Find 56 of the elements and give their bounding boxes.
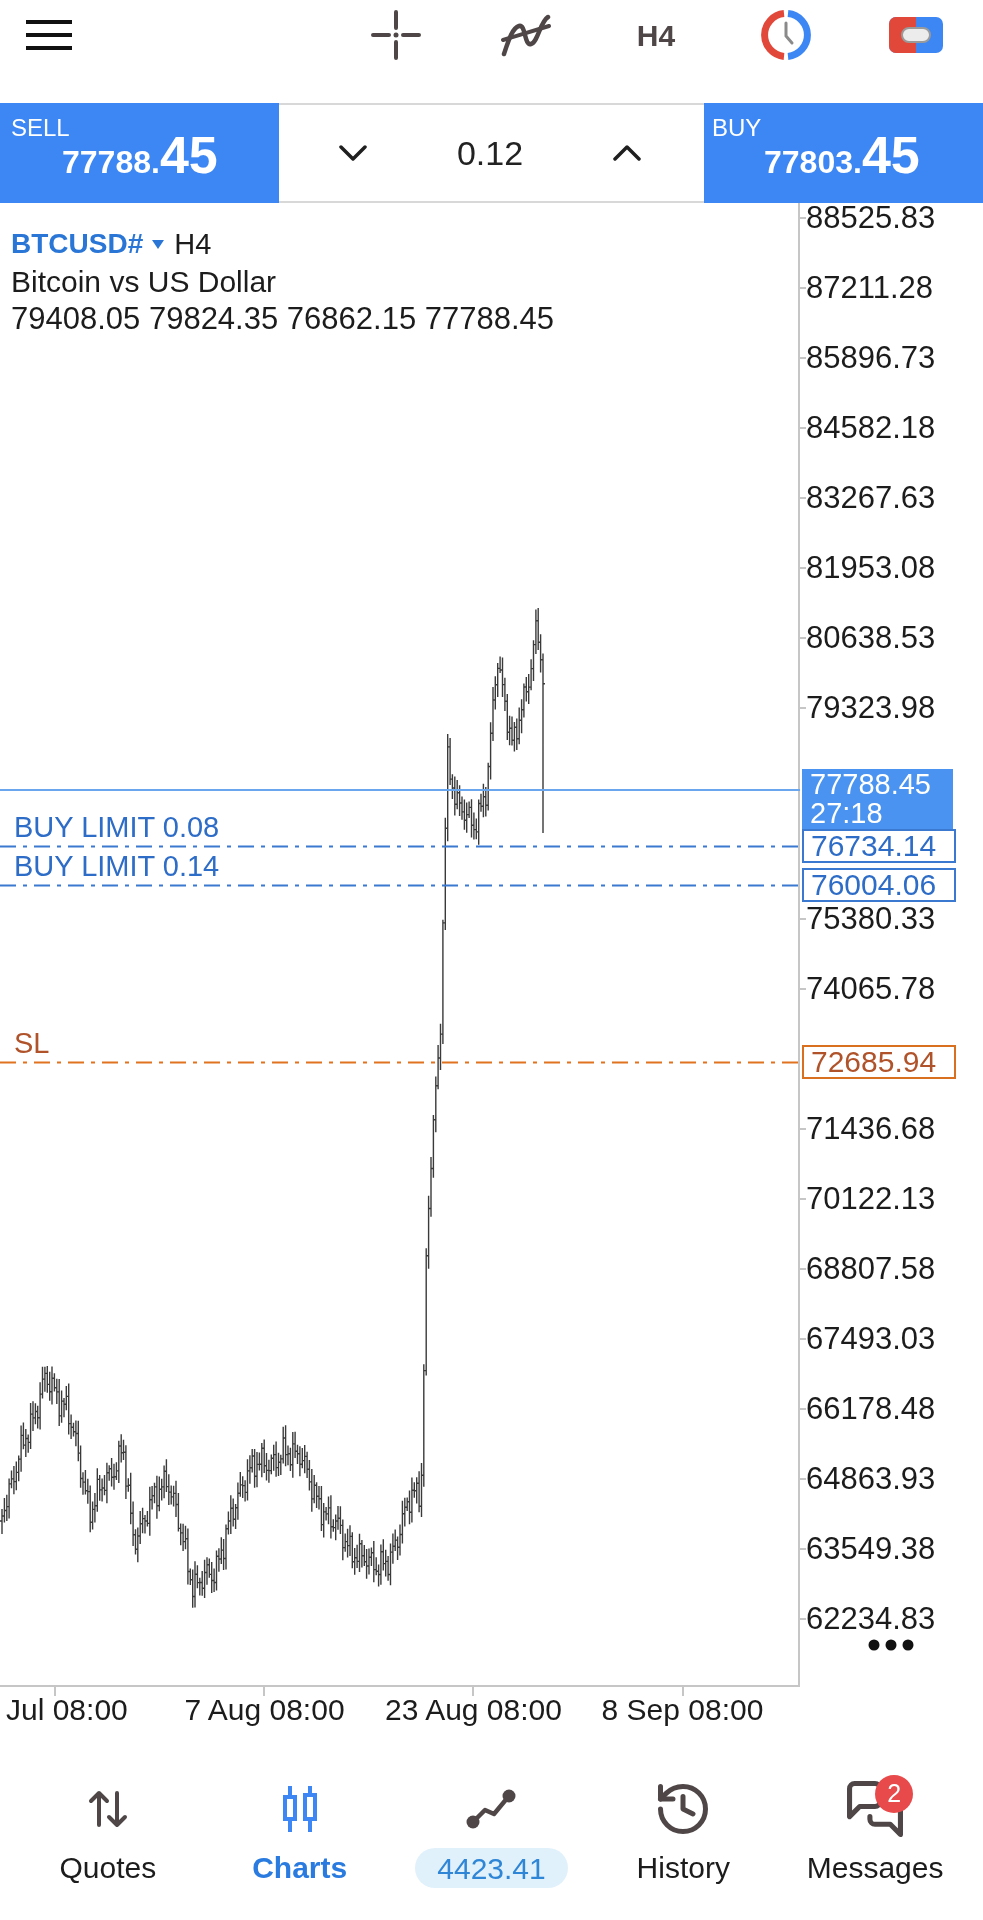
stop-loss-price-tag: 72685.94 (802, 1045, 956, 1080)
price-axis-label: 85896.73 (806, 343, 936, 374)
nav-tab[interactable]: Quotes (55, 1771, 161, 1888)
price-axis-label: 67493.03 (806, 1323, 936, 1354)
buy-limit-label: BUY LIMIT 0.14 (14, 850, 220, 883)
time-axis-label: Jul 08:00 (6, 1693, 128, 1727)
price-axis-label: 63549.38 (806, 1533, 936, 1564)
dropdown-caret-icon[interactable] (152, 239, 165, 249)
nav-tab[interactable]: Charts (248, 1771, 352, 1888)
balance-pill: 4423.41 (415, 1848, 568, 1888)
history-icon (657, 1783, 710, 1835)
price-axis-label: 88525.83 (806, 203, 936, 233)
price-axis-label: 64863.93 (806, 1463, 936, 1494)
menu-icon (26, 20, 72, 50)
price-axis-label: 84582.18 (806, 413, 936, 444)
buy-button[interactable]: BUY 77803.45 (704, 103, 983, 203)
price-axis-label: 79323.98 (806, 693, 936, 724)
price-axis-label: 62234.83 (806, 1604, 936, 1634)
unread-count-badge: 2 (875, 1775, 914, 1813)
crosshair-icon (371, 10, 421, 60)
split-toggle-icon (889, 17, 943, 53)
current-price-text: 77788.45 (810, 770, 931, 800)
wave-line-icon (500, 12, 552, 58)
time-axis-label: 7 Aug 08:00 (184, 1693, 345, 1727)
more-icon (868, 1639, 914, 1651)
buy-limit-price-tag: 76734.14 (802, 829, 956, 864)
ohlc-values: 79408.05 79824.35 76862.15 77788.45 (11, 300, 555, 338)
line-chart-icon (466, 1789, 517, 1829)
price-axis-label: 81953.08 (806, 553, 936, 584)
price-axis-label: 75380.33 (806, 903, 936, 934)
symbol-name[interactable]: BTCUSD# (11, 225, 144, 263)
price-axis-label: 74065.78 (806, 973, 936, 1004)
nav-tab[interactable]: History (632, 1771, 734, 1888)
chevron-up-icon (613, 145, 641, 161)
price-axis-label: 83267.63 (806, 483, 936, 514)
timeframe-button[interactable]: H4 (624, 3, 688, 67)
stop-loss-label: SL (14, 1027, 50, 1060)
buy-limit-price-tag: 76004.06 (802, 868, 956, 903)
buy-limit-label: BUY LIMIT 0.08 (14, 811, 220, 844)
chevron-down-icon (339, 145, 367, 161)
nav-tab[interactable]: 2 Messages (802, 1771, 948, 1888)
sell-button[interactable]: SELL 77788.45 (0, 103, 279, 203)
price-axis-label: 71436.68 (806, 1113, 936, 1144)
time-axis-label: 23 Aug 08:00 (385, 1693, 562, 1727)
bar-countdown-text: 27:18 (810, 799, 883, 829)
price-axis-label: 87211.28 (806, 273, 933, 304)
price-axis-label: 80638.53 (806, 623, 936, 654)
price-axis-label: 66178.48 (806, 1393, 936, 1424)
time-axis-label: 8 Sep 08:00 (601, 1693, 764, 1727)
price-axis-label: 70122.13 (806, 1183, 936, 1214)
price-axis-label: 68807.58 (806, 1253, 936, 1284)
arrows-up-down-icon (87, 1790, 128, 1828)
symbol-description: Bitcoin vs US Dollar (11, 264, 277, 300)
chart-timeframe: H4 (174, 227, 212, 262)
clock-ring-icon (760, 9, 812, 61)
volume-field[interactable]: 0.12 (395, 133, 585, 173)
